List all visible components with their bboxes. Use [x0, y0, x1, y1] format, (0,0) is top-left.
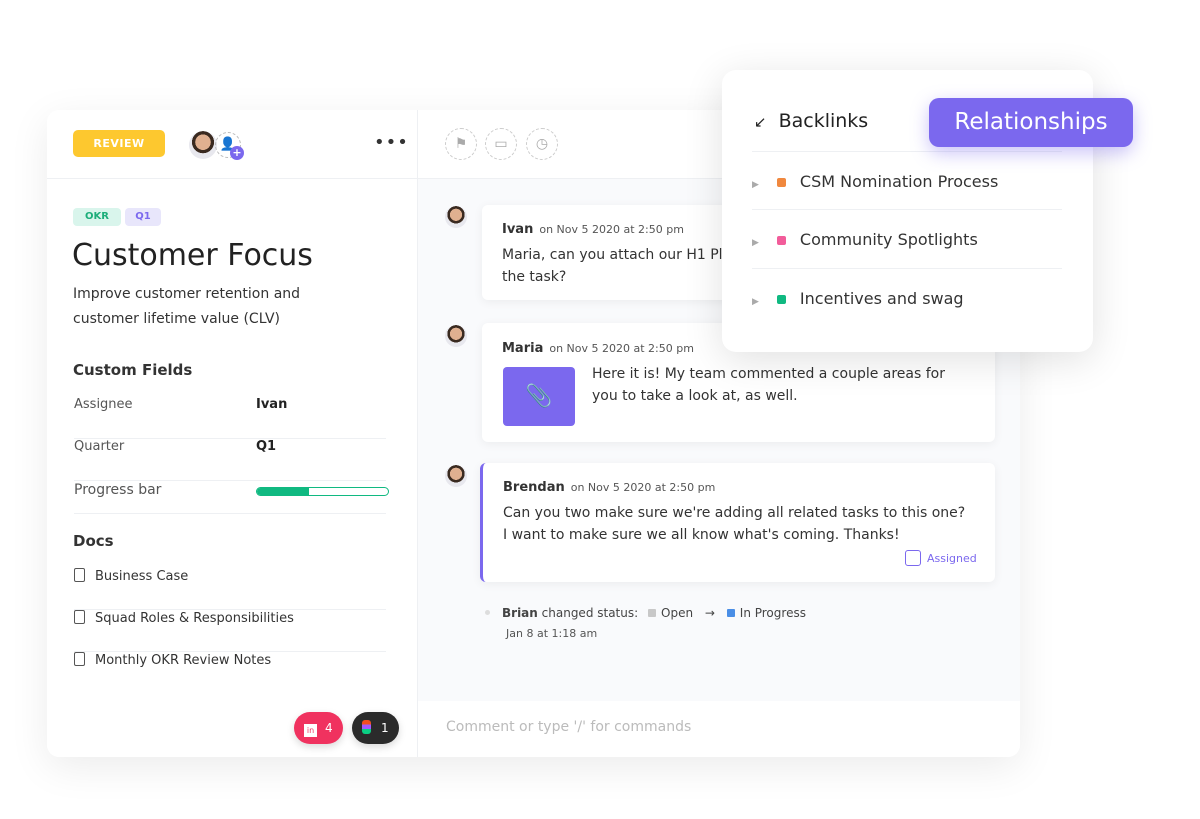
task-details-panel: REVIEW 👤 + ••• OKR Q1 Customer Focus Imp… — [47, 110, 418, 757]
figma-icon — [362, 720, 371, 734]
comment-date: on Nov 5 2020 at 2:50 pm — [539, 223, 684, 236]
comment-author: Maria on Nov 5 2020 at 2:50 pm — [502, 341, 694, 356]
comment: Brendan on Nov 5 2020 at 2:50 pm Can you … — [480, 463, 995, 582]
clock-icon[interactable]: ◷ — [526, 128, 558, 160]
caret-right-icon: ▶ — [752, 180, 759, 190]
avatar-ivan — [445, 206, 467, 228]
field-assignee[interactable]: Assignee Ivan — [74, 397, 386, 439]
comment-text: Maria, can you attach our H1 Pl the task? — [502, 247, 723, 285]
assigned-checkbox[interactable]: Assigned — [905, 550, 977, 566]
comment-author: Ivan on Nov 5 2020 at 2:50 pm — [502, 222, 684, 237]
plus-icon[interactable]: + — [230, 146, 244, 160]
field-value: Ivan — [256, 397, 288, 412]
comment-author: Brendan on Nov 5 2020 at 2:50 pm — [503, 480, 716, 495]
docs-heading: Docs — [73, 532, 114, 550]
tag-okr[interactable]: OKR — [73, 208, 121, 226]
status-change-activity: Brian changed status: Open → In Progress — [485, 606, 806, 620]
backlink-item[interactable]: ▶ Community Spotlights — [752, 210, 1062, 269]
flag-icon[interactable]: ⚑ — [445, 128, 477, 160]
arrow-icon: → — [704, 606, 715, 620]
comment-text: Can you two make sure we're adding all r… — [503, 505, 966, 543]
comment-text: Here it is! My team commented a couple a… — [592, 366, 945, 404]
progress-bar — [256, 487, 389, 496]
field-quarter[interactable]: Quarter Q1 — [74, 439, 386, 481]
task-description: Improve customer retention and customer … — [73, 282, 300, 332]
description-line: Improve customer retention and — [73, 286, 301, 302]
invision-icon: in — [304, 724, 317, 737]
doc-label: Squad Roles & Responsibilities — [95, 611, 294, 626]
custom-fields-heading: Custom Fields — [73, 361, 193, 379]
invision-attachment-button[interactable]: in 4 — [294, 712, 343, 744]
doc-label: Business Case — [95, 569, 189, 584]
document-icon — [74, 568, 85, 582]
status-badge[interactable]: REVIEW — [73, 130, 165, 157]
doc-label: Monthly OKR Review Notes — [95, 653, 272, 668]
caret-right-icon: ▶ — [752, 297, 759, 307]
comment-date: on Nov 5 2020 at 2:50 pm — [570, 481, 716, 494]
count: 4 — [325, 721, 333, 735]
avatar-brendan — [445, 465, 467, 487]
field-label: Progress bar — [74, 482, 162, 498]
activity-time: Jan 8 at 1:18 am — [506, 627, 598, 640]
figma-attachment-button[interactable]: 1 — [352, 712, 399, 744]
caret-right-icon: ▶ — [752, 238, 759, 248]
attachment-icon[interactable]: 📎 — [503, 367, 575, 426]
avatar[interactable] — [189, 131, 217, 159]
relationships-label[interactable]: Relationships — [929, 98, 1133, 147]
field-label: Assignee — [74, 397, 133, 412]
field-progress[interactable]: Progress bar — [74, 482, 389, 514]
arrow-down-left-icon: ↙ — [754, 113, 767, 131]
comment-box[interactable]: Comment or type '/' for commands — [418, 701, 1020, 757]
avatar-maria — [445, 325, 467, 347]
dot-icon — [485, 610, 490, 615]
calendar-icon[interactable]: ▭ — [485, 128, 517, 160]
count: 1 — [381, 721, 389, 735]
comment-date: on Nov 5 2020 at 2:50 pm — [549, 342, 694, 355]
backlink-item[interactable]: ▶ CSM Nomination Process — [752, 151, 1062, 210]
more-options-button[interactable]: ••• — [374, 132, 409, 153]
description-line: customer lifetime value (CLV) — [73, 311, 281, 327]
backlink-item[interactable]: ▶ Incentives and swag — [752, 269, 1062, 328]
tag-q1[interactable]: Q1 — [125, 208, 161, 226]
doc-item[interactable]: Monthly OKR Review Notes — [74, 652, 386, 694]
backlinks-heading: ↙ Backlinks — [754, 110, 869, 132]
page-title: Customer Focus — [72, 238, 313, 273]
field-value: Q1 — [256, 439, 277, 454]
comment-input[interactable]: Comment or type '/' for commands — [446, 719, 691, 735]
checkbox-icon — [905, 550, 921, 566]
doc-item[interactable]: Squad Roles & Responsibilities — [74, 610, 386, 652]
field-label: Quarter — [74, 439, 125, 454]
document-icon — [74, 610, 85, 624]
progress-fill — [257, 488, 310, 495]
doc-item[interactable]: Business Case — [74, 568, 386, 610]
document-icon — [74, 652, 85, 666]
